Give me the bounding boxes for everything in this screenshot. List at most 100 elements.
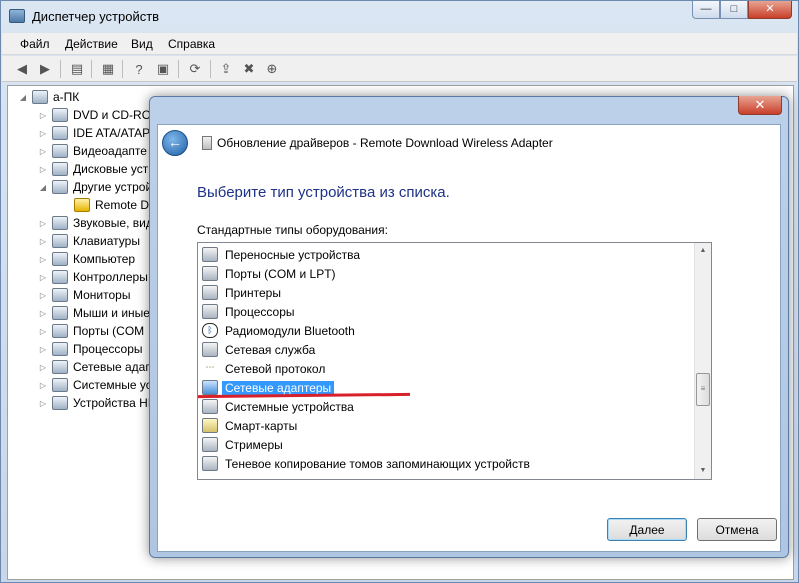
tree-item[interactable]: ▷ Устройства HI: [38, 394, 151, 412]
list-item[interactable]: ⋯ Сетевой протокол: [202, 359, 328, 378]
tree-item[interactable]: ▷ Компьютер: [38, 250, 135, 268]
expand-icon[interactable]: ▷: [38, 309, 48, 318]
dialog-body: ← Обновление драйверов - Remote Download…: [157, 124, 781, 552]
bluetooth-icon: ᛒ: [202, 323, 218, 338]
cancel-button[interactable]: Отмена: [697, 518, 777, 541]
tree-item[interactable]: ▷ Системные уст: [38, 376, 157, 394]
expand-icon[interactable]: ▷: [38, 219, 48, 228]
monitor-icon[interactable]: ▣: [154, 60, 172, 78]
expand-icon[interactable]: ▷: [38, 345, 48, 354]
menu-view[interactable]: Вид: [131, 37, 153, 51]
list-item[interactable]: Стримеры: [202, 435, 286, 454]
tree-item[interactable]: ▷ IDE ATA/ATAP: [38, 124, 150, 142]
list-item-label: Сетевые адаптеры: [222, 380, 335, 395]
tree-item[interactable]: ▷ Клавиатуры: [38, 232, 140, 250]
uninstall-icon[interactable]: ✖: [240, 60, 258, 78]
expand-icon[interactable]: ▷: [38, 255, 48, 264]
properties-icon[interactable]: ▤: [68, 60, 86, 78]
system-device-icon: [52, 378, 68, 392]
scan-icon[interactable]: ⟳: [186, 60, 204, 78]
expand-icon[interactable]: ▷: [38, 147, 48, 156]
network-service-icon: [202, 342, 218, 357]
list-item[interactable]: Порты (COM и LPT): [202, 264, 339, 283]
list-item[interactable]: Смарт-карты: [202, 416, 300, 435]
back-arrow-icon[interactable]: ◀: [13, 60, 31, 78]
dialog-close-button[interactable]: ✕: [738, 96, 782, 115]
scroll-thumb[interactable]: ≡: [696, 373, 710, 406]
list-item-label: Сетевой протокол: [225, 361, 326, 376]
monitor-icon: [52, 288, 68, 302]
menu-bar: Файл Действие Вид Справка: [2, 33, 797, 55]
tree-item[interactable]: ▷ Видеоадапте: [38, 142, 147, 160]
network-protocol-icon: ⋯: [202, 361, 218, 376]
toolbar-separator: [60, 60, 61, 78]
ide-icon: [52, 126, 68, 140]
list-item-label: Системные устройства: [225, 399, 354, 414]
minimize-button[interactable]: —: [692, 1, 720, 19]
expand-icon[interactable]: ▷: [38, 363, 48, 372]
list-item[interactable]: Сетевая служба: [202, 340, 318, 359]
scan-hardware-icon[interactable]: ⊕: [263, 60, 281, 78]
network-adapter-icon: [52, 360, 68, 374]
computer-icon: [52, 252, 68, 266]
forward-arrow-icon[interactable]: ▶: [36, 60, 54, 78]
list-item-label: Теневое копирование томов запоминающих у…: [225, 456, 530, 471]
tape-drive-icon: [202, 437, 218, 452]
expand-icon[interactable]: ▷: [38, 165, 48, 174]
tree-item[interactable]: ▷ Порты (COM: [38, 322, 144, 340]
tree-item[interactable]: ▷ Дисковые устр: [38, 160, 155, 178]
collapse-icon[interactable]: ◢: [18, 93, 28, 102]
dvd-icon: [52, 108, 68, 122]
tree-root[interactable]: ◢ а-ПК: [18, 88, 79, 106]
expand-icon[interactable]: ▷: [38, 129, 48, 138]
list-item[interactable]: Переносные устройства: [202, 245, 363, 264]
list-item[interactable]: Процессоры: [202, 302, 298, 321]
collapse-icon[interactable]: ◢: [38, 183, 48, 192]
update-driver-icon[interactable]: ⇪: [217, 60, 235, 78]
tree-item[interactable]: ▷ Мониторы: [38, 286, 130, 304]
scroll-down-icon[interactable]: ▼: [695, 463, 711, 479]
menu-file[interactable]: Файл: [20, 37, 50, 51]
tree-item[interactable]: ▷ Контроллеры: [38, 268, 148, 286]
list-item[interactable]: ᛒ Радиомодули Bluetooth: [202, 321, 358, 340]
expand-icon[interactable]: ▷: [38, 111, 48, 120]
tree-item[interactable]: ▷ Мыши и иные: [38, 304, 150, 322]
expand-icon[interactable]: ▷: [38, 291, 48, 300]
tree-item-label: Компьютер: [73, 252, 136, 266]
tree-item[interactable]: Remote Do: [60, 196, 156, 214]
list-item[interactable]: Системные устройства: [202, 397, 357, 416]
expand-icon[interactable]: ▷: [38, 273, 48, 282]
scroll-up-icon[interactable]: ▲: [695, 243, 711, 259]
toolbar: ◀ ▶ ▤ ▦ ? ▣ ⟳ ⇪ ✖ ⊕: [2, 56, 797, 82]
tree-item-label: Мыши и иные: [73, 306, 150, 320]
tree-item[interactable]: ▷ Сетевые адапт: [38, 358, 157, 376]
list-item[interactable]: Принтеры: [202, 283, 284, 302]
device-type-list[interactable]: Переносные устройства Порты (COM и LPT) …: [197, 242, 712, 480]
expand-icon[interactable]: ▷: [38, 381, 48, 390]
list-item-label: Стримеры: [225, 437, 283, 452]
menu-help[interactable]: Справка: [168, 37, 215, 51]
processor-icon: [52, 342, 68, 356]
tree-item[interactable]: ▷ Звуковые, вид: [38, 214, 153, 232]
help-icon[interactable]: ?: [130, 60, 148, 78]
tree-item[interactable]: ▷ Процессоры: [38, 340, 143, 358]
list-item[interactable]: Теневое копирование томов запоминающих у…: [202, 454, 533, 473]
expand-icon[interactable]: ▷: [38, 327, 48, 336]
list-scrollbar[interactable]: ▲ ≡ ▼: [694, 243, 711, 479]
tree-item-label: Remote Do: [95, 198, 156, 212]
toolbar-separator: [122, 60, 123, 78]
next-button[interactable]: Далее: [607, 518, 687, 541]
tree-item[interactable]: ▷ DVD и CD-ROM: [38, 106, 161, 124]
tree-item-label: Системные уст: [73, 378, 158, 392]
tree-item-label: Процессоры: [73, 342, 143, 356]
menu-action[interactable]: Действие: [65, 37, 118, 51]
expand-icon[interactable]: ▷: [38, 237, 48, 246]
window-title: Диспетчер устройств: [32, 9, 160, 24]
close-button[interactable]: ✕: [748, 1, 792, 19]
maximize-button[interactable]: □: [720, 1, 748, 19]
tree-item-label: Видеоадапте: [73, 144, 147, 158]
back-arrow-icon[interactable]: ←: [162, 130, 188, 156]
expand-icon[interactable]: ▷: [38, 399, 48, 408]
tree-icon[interactable]: ▦: [99, 60, 117, 78]
tree-item[interactable]: ◢ Другие устрой: [38, 178, 152, 196]
